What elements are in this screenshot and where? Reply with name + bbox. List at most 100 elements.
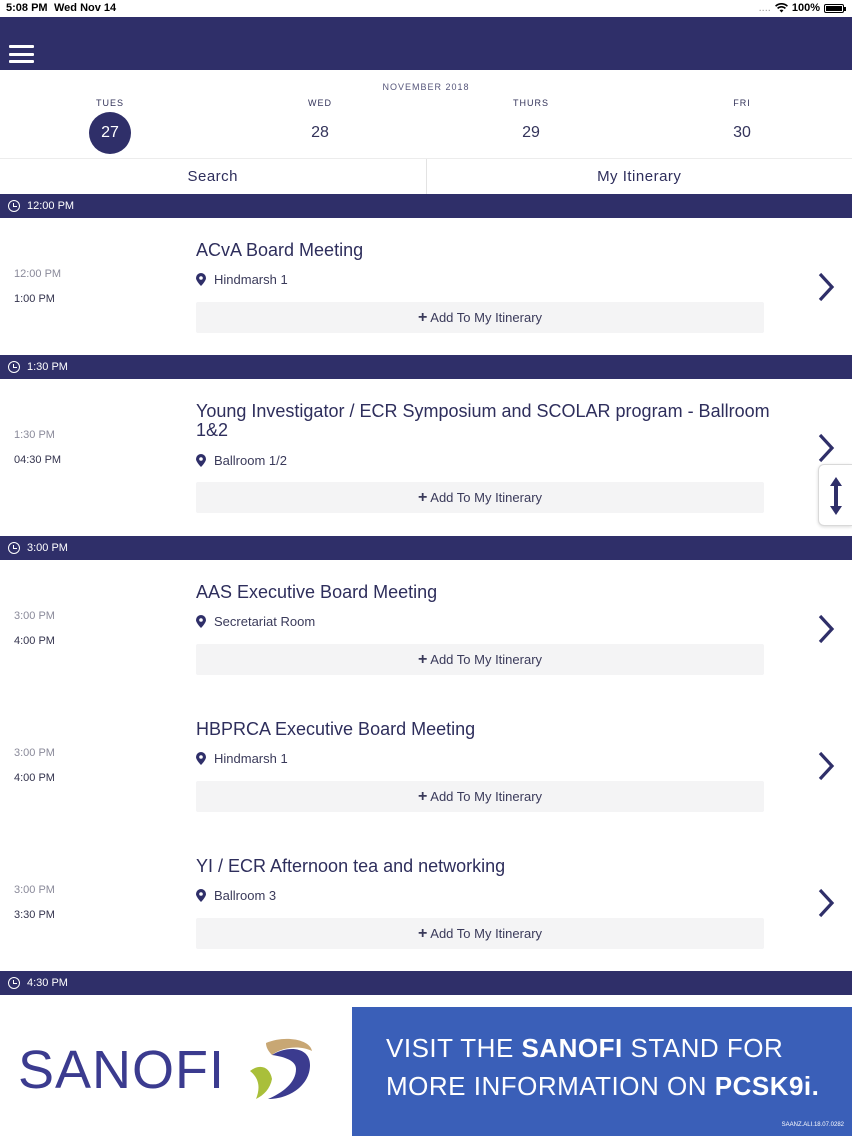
time-slot-label: 1:30 PM (27, 361, 68, 373)
location-label: Ballroom 3 (214, 888, 277, 903)
banner-message: VISIT THE SANOFI STAND FOR MORE INFORMAT… (352, 1007, 852, 1136)
chevron-right-icon[interactable] (816, 271, 836, 303)
session-row[interactable]: 12:00 PM 1:00 PM ACvA Board Meeting Hind… (0, 218, 852, 356)
wifi-icon (774, 3, 788, 13)
session-start-time: 3:00 PM (14, 884, 55, 896)
status-date: Wed Nov 14 (54, 2, 117, 14)
location-pin-icon (196, 615, 206, 628)
plus-icon: + (417, 925, 428, 942)
tab-search[interactable]: Search (0, 159, 426, 194)
sanofi-logo: SANOFI (0, 995, 352, 1136)
location-pin-icon (196, 752, 206, 765)
logo-text: SANOFI (18, 1040, 226, 1100)
add-label: Add To My Itinerary (430, 310, 543, 325)
session-row[interactable]: 3:00 PM 4:00 PM AAS Executive Board Meet… (0, 560, 852, 698)
session-title[interactable]: Young Investigator / ECR Symposium and S… (196, 402, 771, 440)
day-fri-30[interactable]: FRI 30 (712, 98, 772, 154)
time-slot-header: 12:00 PM (0, 194, 852, 218)
session-end-time: 3:30 PM (14, 909, 55, 921)
plus-icon: + (417, 651, 428, 668)
session-end-time: 1:00 PM (14, 293, 55, 305)
banner-line-2: MORE INFORMATION ON PCSK9i. (386, 1071, 819, 1102)
day-wed-28[interactable]: WED 28 (290, 98, 350, 154)
menu-icon[interactable] (9, 45, 34, 63)
session-location: Ballroom 1/2 (196, 453, 287, 468)
day-thu-29[interactable]: THURS 29 (501, 98, 561, 154)
location-pin-icon (196, 454, 206, 467)
session-row[interactable]: 1:30 PM 04:30 PM Young Investigator / EC… (0, 379, 852, 537)
clock-icon (8, 542, 20, 554)
chevron-right-icon[interactable] (816, 613, 836, 645)
add-to-itinerary-button[interactable]: + Add To My Itinerary (196, 918, 764, 949)
location-label: Ballroom 1/2 (214, 453, 287, 468)
add-to-itinerary-button[interactable]: + Add To My Itinerary (196, 482, 764, 513)
sanofi-swirl-icon (250, 1038, 312, 1099)
add-to-itinerary-button[interactable]: + Add To My Itinerary (196, 302, 764, 333)
tab-my-itinerary[interactable]: My Itinerary (425, 159, 852, 194)
session-location: Secretariat Room (196, 614, 315, 629)
session-row[interactable]: 3:00 PM 3:30 PM YI / ECR Afternoon tea a… (0, 834, 852, 972)
banner-text: STAND FOR (622, 1033, 784, 1063)
time-slot-header: 4:30 PM (0, 971, 852, 995)
banner-fine-print: SAANZ.ALI.18.07.0282 (781, 1122, 844, 1128)
clock-icon (8, 361, 20, 373)
location-label: Hindmarsh 1 (214, 751, 288, 766)
status-time: 5:08 PM (6, 2, 48, 14)
banner-line-1: VISIT THE SANOFI STAND FOR (386, 1033, 783, 1064)
session-title[interactable]: ACvA Board Meeting (196, 241, 771, 260)
sponsor-banner[interactable]: SANOFI VISIT THE SANOFI STAND FOR MORE I… (0, 995, 852, 1136)
signal-dots: .... (758, 2, 771, 14)
session-location: Ballroom 3 (196, 888, 276, 903)
session-row[interactable]: 3:00 PM 4:00 PM HBPRCA Executive Board M… (0, 697, 852, 835)
add-label: Add To My Itinerary (430, 789, 543, 804)
add-to-itinerary-button[interactable]: + Add To My Itinerary (196, 781, 764, 812)
date-strip: NOVEMBER 2018 TUES 27 WED 28 THURS 29 FR… (0, 70, 852, 158)
time-slot-label: 3:00 PM (27, 542, 68, 554)
tab-bar: Search My Itinerary (0, 158, 852, 194)
location-label: Secretariat Room (214, 614, 316, 629)
time-slot-header: 3:00 PM (0, 536, 852, 560)
session-start-time: 12:00 PM (14, 268, 62, 280)
status-right: .... 100% (758, 2, 846, 14)
location-label: Hindmarsh 1 (214, 272, 288, 287)
day-number: 27 (89, 112, 131, 154)
plus-icon: + (417, 489, 428, 506)
day-name: WED (308, 98, 332, 108)
day-name: THURS (513, 98, 549, 108)
scroll-handle[interactable] (818, 464, 852, 526)
banner-text: MORE INFORMATION ON (386, 1071, 715, 1101)
day-number: 30 (733, 124, 751, 141)
day-number: 28 (311, 124, 329, 141)
session-location: Hindmarsh 1 (196, 272, 288, 287)
resize-vertical-icon (830, 477, 842, 515)
add-label: Add To My Itinerary (430, 652, 543, 667)
time-slot-header: 1:30 PM (0, 355, 852, 379)
banner-brand: SANOFI (521, 1033, 623, 1063)
plus-icon: + (417, 309, 428, 326)
day-tue-27[interactable]: TUES 27 (80, 98, 140, 154)
clock-icon (8, 977, 20, 989)
session-start-time: 3:00 PM (14, 610, 55, 622)
status-bar: 5:08 PM Wed Nov 14 .... 100% (0, 0, 852, 17)
add-to-itinerary-button[interactable]: + Add To My Itinerary (196, 644, 764, 675)
chevron-right-icon[interactable] (816, 432, 836, 464)
chevron-right-icon[interactable] (816, 750, 836, 782)
location-pin-icon (196, 889, 206, 902)
session-title[interactable]: HBPRCA Executive Board Meeting (196, 720, 771, 739)
banner-product: PCSK9i. (714, 1071, 820, 1101)
day-name: TUES (95, 98, 124, 108)
time-slot-label: 4:30 PM (27, 977, 68, 989)
month-label: NOVEMBER 2018 (382, 82, 470, 92)
session-start-time: 1:30 PM (14, 429, 55, 441)
chevron-right-icon[interactable] (816, 887, 836, 919)
add-label: Add To My Itinerary (430, 926, 543, 941)
app-header (0, 17, 852, 70)
battery-percent: 100% (791, 2, 820, 14)
session-end-time: 04:30 PM (14, 454, 62, 466)
session-title[interactable]: AAS Executive Board Meeting (196, 583, 771, 602)
session-start-time: 3:00 PM (14, 747, 55, 759)
battery-icon (824, 3, 846, 13)
session-title[interactable]: YI / ECR Afternoon tea and networking (196, 857, 771, 876)
location-pin-icon (196, 273, 206, 286)
day-number: 29 (522, 124, 540, 141)
